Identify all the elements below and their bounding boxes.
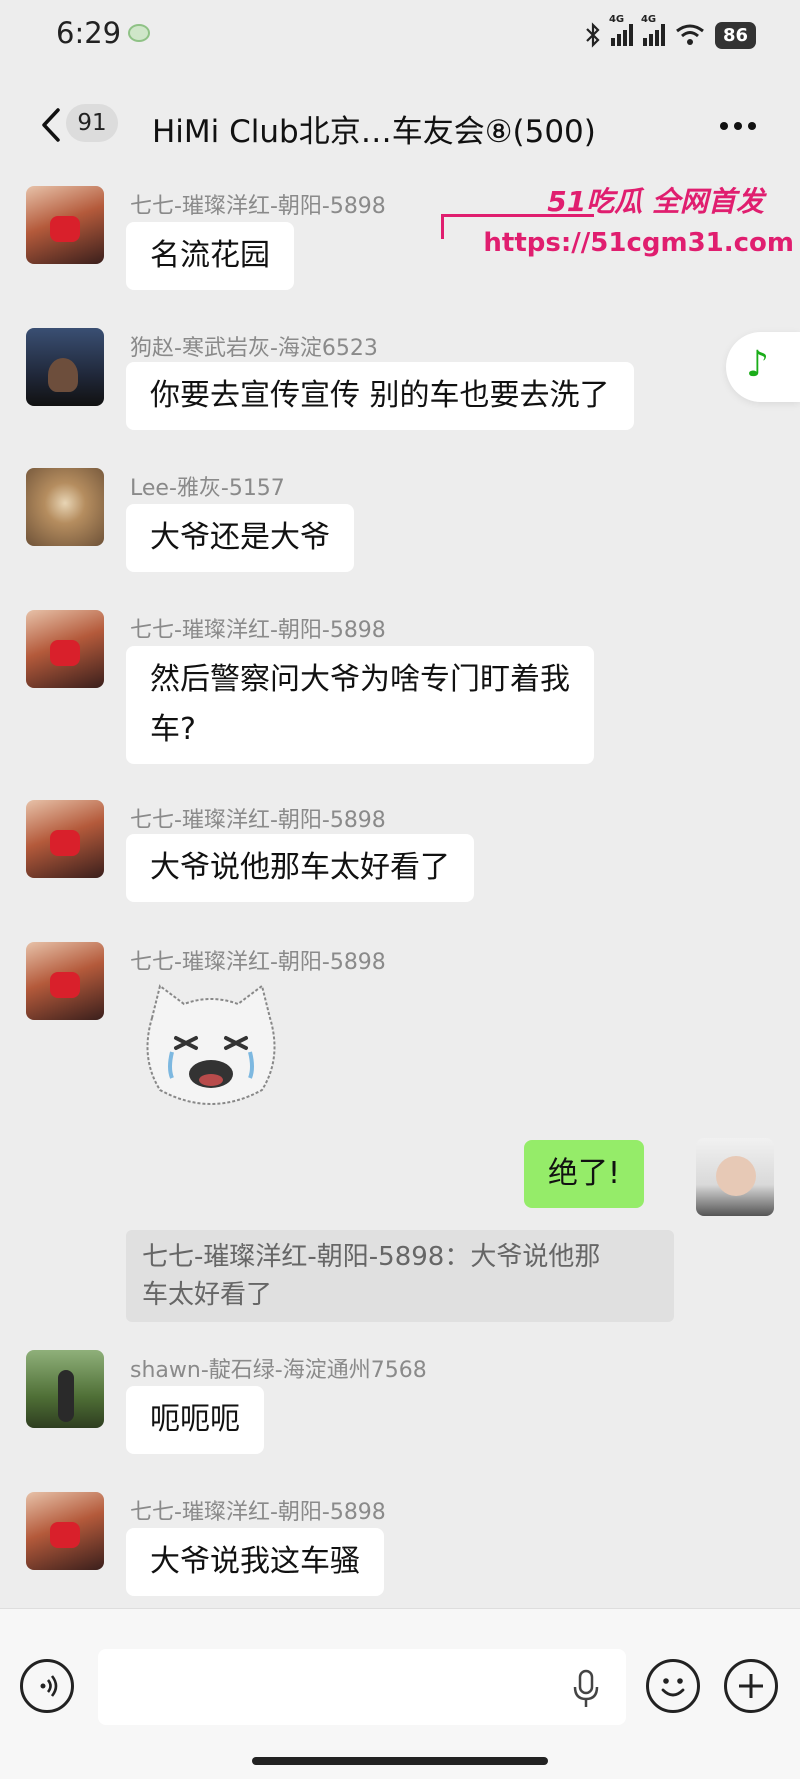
plus-icon	[739, 1674, 763, 1698]
unread-count-badge[interactable]: 91	[66, 104, 118, 142]
quote-text-line: 车太好看了	[142, 1280, 273, 1310]
message-bubble[interactable]: 大爷说我这车骚	[126, 1528, 384, 1596]
message-bubble[interactable]: 大爷还是大爷	[126, 504, 354, 572]
message-bubble-self[interactable]: 绝了!	[524, 1140, 645, 1208]
more-options-icon[interactable]	[716, 108, 760, 144]
home-indicator[interactable]	[252, 1757, 548, 1765]
more-actions-button[interactable]	[724, 1659, 778, 1713]
voice-input-button[interactable]	[20, 1659, 74, 1713]
message-bubble[interactable]: 大爷说他那车太好看了	[126, 834, 474, 902]
wechat-notification-icon	[128, 24, 150, 42]
sender-name: Lee-雅灰-5157	[130, 476, 285, 501]
avatar[interactable]	[26, 942, 104, 1020]
status-time: 6:29	[56, 16, 122, 50]
sender-name: 七七-璀璨洋红-朝阳-5898	[130, 808, 386, 833]
sender-name: shawn-靛石绿-海淀通州7568	[130, 1358, 427, 1383]
message-bubble[interactable]: 名流花园	[126, 222, 294, 290]
chat-title: HiMi Club北京…车友会⑧(500)	[152, 114, 596, 150]
avatar[interactable]	[26, 328, 104, 406]
avatar[interactable]	[26, 1350, 104, 1428]
voice-wave-icon	[40, 1675, 58, 1697]
sender-name: 七七-璀璨洋红-朝阳-5898	[130, 950, 386, 975]
message-bubble[interactable]: 呃呃呃	[126, 1386, 264, 1454]
watermark-url: https://51cgm31.com	[483, 228, 794, 258]
input-bar	[0, 1608, 800, 1779]
bluetooth-icon	[586, 22, 600, 48]
watermark: 51吃瓜 全网首发 https://51cgm31.com	[441, 180, 794, 270]
sender-name: 七七-璀璨洋红-朝阳-5898	[130, 618, 386, 643]
music-float-button[interactable]: ♪	[726, 332, 800, 402]
quote-text-line: 七七-璀璨洋红-朝阳-5898：大爷说他那	[142, 1242, 601, 1272]
crying-face-sticker[interactable]	[132, 978, 290, 1118]
emoji-button[interactable]	[646, 1659, 700, 1713]
wifi-icon	[676, 24, 704, 45]
avatar[interactable]	[26, 468, 104, 546]
status-icons: 4G 4G 86	[585, 14, 756, 52]
smiley-icon	[661, 1678, 685, 1697]
chat-header: 91 HiMi Club北京…车友会⑧(500)	[0, 80, 800, 170]
message-bubble[interactable]: 你要去宣传宣传 别的车也要去洗了	[126, 362, 634, 430]
message-text-line: 然后警察问大爷为啥专门盯着我	[150, 662, 570, 697]
message-input[interactable]	[98, 1649, 626, 1725]
status-bar: 6:29 4G 4G 86	[0, 0, 800, 72]
sender-name: 七七-璀璨洋红-朝阳-5898	[130, 194, 386, 219]
avatar[interactable]	[26, 800, 104, 878]
quoted-message[interactable]: 七七-璀璨洋红-朝阳-5898：大爷说他那 车太好看了	[126, 1230, 674, 1322]
microphone-icon[interactable]	[572, 1669, 600, 1709]
watermark-title: 51吃瓜 全网首发	[547, 185, 764, 218]
avatar[interactable]	[26, 1492, 104, 1570]
avatar-self[interactable]	[696, 1138, 774, 1216]
battery-indicator: 86	[714, 21, 756, 49]
sender-name: 狗赵-寒武岩灰-海淀6523	[130, 336, 378, 361]
signal-icon-2: 4G	[641, 14, 665, 46]
signal-icon-1: 4G	[609, 14, 633, 46]
music-note-icon: ♪	[746, 344, 769, 385]
message-bubble[interactable]: 然后警察问大爷为啥专门盯着我 车?	[126, 646, 594, 764]
sender-name: 七七-璀璨洋红-朝阳-5898	[130, 1500, 386, 1525]
avatar[interactable]	[26, 610, 104, 688]
avatar[interactable]	[26, 186, 104, 264]
message-text-line: 车?	[150, 712, 196, 747]
